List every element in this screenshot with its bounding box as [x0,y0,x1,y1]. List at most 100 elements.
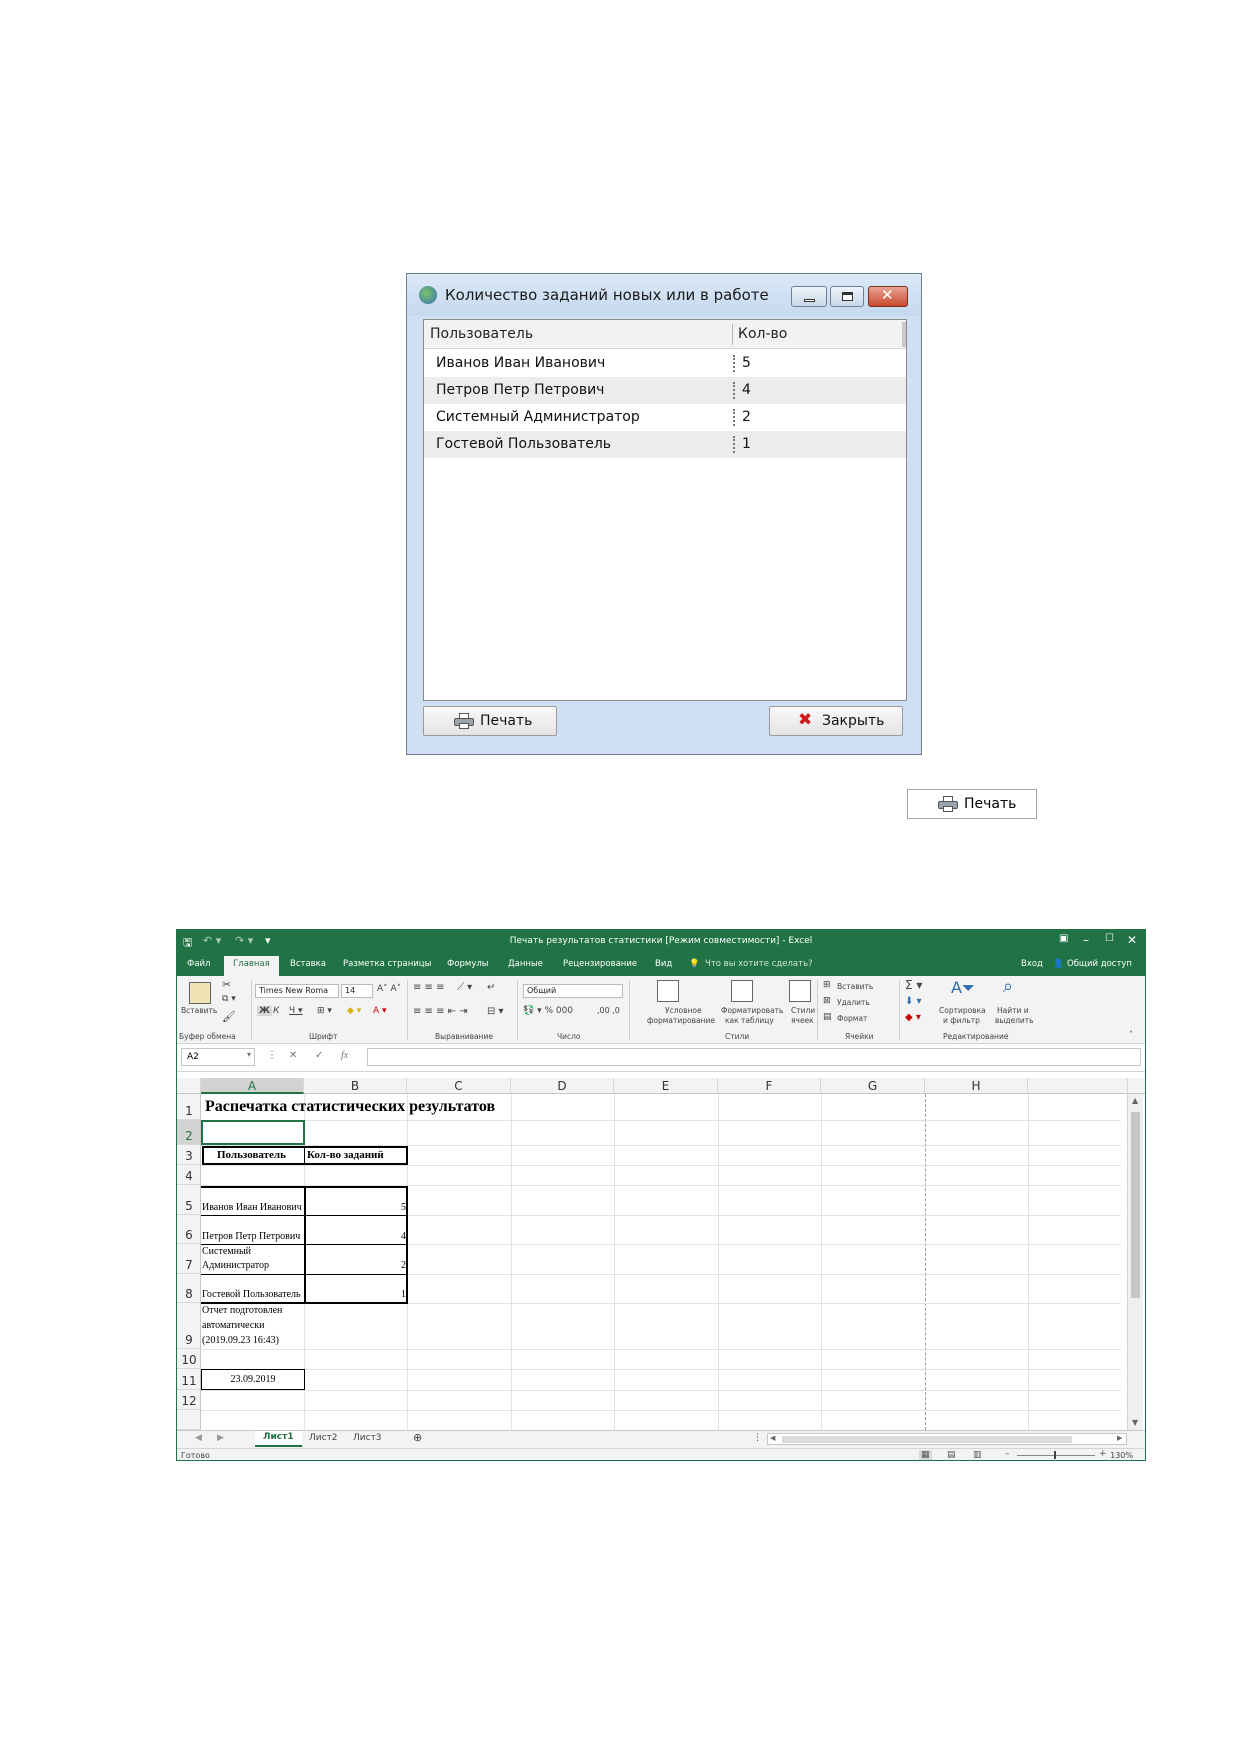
scroll-left-icon[interactable]: ◀ [770,1434,775,1442]
wrap-text-icon[interactable]: ↵ [487,982,495,993]
clear-icon[interactable]: ◆ ▾ [905,1012,921,1023]
data-cell[interactable]: 1 [401,1289,406,1300]
page-layout-view-icon[interactable]: ▤ [947,1450,956,1460]
format-label[interactable]: Формат [837,1014,867,1023]
grid-row[interactable]: Петров Петр Петрович 4 [424,377,906,404]
tab-data[interactable]: Данные [508,959,543,969]
ribbon-display-icon[interactable]: ▣ [1059,933,1068,944]
find-label-2[interactable]: выделить [995,1016,1034,1025]
autosum-icon[interactable]: Σ ▾ [905,978,922,992]
vertical-scrollbar[interactable]: ▲ ▼ [1127,1094,1143,1430]
merge-icon[interactable]: ⊟ ▾ [487,1006,504,1017]
signin-link[interactable]: Вход [1021,959,1043,969]
row-header[interactable]: 12 [177,1390,201,1410]
row-header[interactable]: 4 [177,1165,201,1185]
tab-view[interactable]: Вид [655,959,672,969]
italic-icon[interactable]: К [273,1006,279,1016]
note-cell[interactable]: автоматически [202,1320,265,1331]
add-sheet-icon[interactable]: ⊕ [413,1431,422,1444]
namebox-dropdown-icon[interactable]: ▾ [247,1050,251,1059]
maximize-icon[interactable]: ☐ [1105,933,1114,944]
align-left-icon[interactable]: ≡ ≡ ≡ ⇤ ⇥ [413,1006,468,1017]
underline-icon[interactable]: Ч ▾ [289,1006,303,1016]
sheet-tab-3[interactable]: Лист3 [353,1433,382,1443]
sort-label-2[interactable]: и фильтр [943,1016,980,1025]
data-cell[interactable]: Системный [202,1246,251,1257]
data-cell[interactable]: 2 [401,1260,406,1271]
fill-icon[interactable]: ⬇ ▾ [905,996,922,1007]
cut-icon[interactable]: ✂ [222,978,231,991]
prev-sheet-icon[interactable]: ◀ [195,1433,202,1443]
row-header[interactable]: 6 [177,1215,201,1244]
delete-cells-icon[interactable]: ⊠ [823,996,831,1006]
data-cell[interactable]: 4 [401,1231,406,1242]
row-header[interactable]: 5 [177,1185,201,1215]
font-color-icon[interactable]: A ▾ [373,1006,387,1016]
note-cell[interactable]: (2019.09.23 16:43) [202,1335,279,1346]
close-icon[interactable]: ✕ [1127,933,1137,947]
row-header[interactable]: 10 [177,1349,201,1369]
tab-insert[interactable]: Вставка [290,959,326,969]
row-header[interactable]: 9 [177,1303,201,1349]
column-header[interactable]: H [925,1078,1028,1094]
horizontal-scrollbar[interactable]: ◀ ▶ [767,1433,1127,1445]
hscroll-thumb[interactable] [782,1436,1072,1443]
cell-styles-label-1[interactable]: Стили [791,1006,815,1015]
window-close-button[interactable]: ✕ [868,286,908,307]
number-format-box[interactable]: Общий [523,984,623,998]
tab-file[interactable]: Файл [187,959,210,969]
delete-label[interactable]: Удалить [837,998,870,1007]
split-handle-icon[interactable]: ⋮ [753,1433,762,1443]
grid-row[interactable]: Иванов Иван Иванович 5 [424,350,906,377]
scroll-down-icon[interactable]: ▼ [1132,1418,1138,1427]
header-user-cell[interactable]: Пользователь [217,1149,286,1161]
cell-styles-icon[interactable] [789,980,811,1002]
drag-handle-icon[interactable]: ⋮ [267,1050,277,1061]
format-painter-icon[interactable]: 🖌 [222,1010,236,1023]
print-button[interactable]: Печать [423,706,557,736]
paste-label[interactable]: Вставить [181,1006,217,1015]
scroll-right-icon[interactable]: ▶ [1117,1434,1122,1442]
column-header[interactable]: E [614,1078,718,1094]
cond-format-label-1[interactable]: Условное [665,1006,702,1015]
currency-icon[interactable]: 💱 ▾ % 000 [523,1006,573,1016]
cancel-icon[interactable]: ✕ [289,1050,297,1061]
column-header[interactable]: G [821,1078,925,1094]
format-table-icon[interactable] [731,980,753,1002]
font-name-box[interactable]: Times New Roma [255,984,339,998]
bold-icon[interactable]: Ж [257,1006,273,1016]
conditional-format-icon[interactable] [657,980,679,1002]
tab-review[interactable]: Рецензирование [563,959,637,969]
format-table-label-1[interactable]: Форматировать [721,1006,783,1015]
column-header[interactable]: F [718,1078,821,1094]
zoom-out-icon[interactable]: – [1005,1449,1010,1459]
share-button[interactable]: Общий доступ [1067,959,1132,969]
column-header-count[interactable]: Кол-во [738,326,787,342]
zoom-level[interactable]: 130% [1110,1451,1133,1460]
column-header[interactable]: C [407,1078,511,1094]
dialog-titlebar[interactable]: Количество заданий новых или в работе ✕ [407,274,921,316]
sheet-tab-1[interactable]: Лист1 [255,1431,302,1447]
column-header[interactable]: D [511,1078,614,1094]
data-cell[interactable]: Администратор [202,1260,269,1271]
copy-icon[interactable]: ⧉ ▾ [222,994,236,1004]
paste-icon[interactable] [189,982,211,1004]
column-divider[interactable] [732,324,733,345]
data-cell[interactable]: Иванов Иван Иванович [202,1202,302,1213]
grow-font-icon[interactable]: A˄ A˅ [377,984,401,994]
row-header[interactable]: 1 [177,1094,201,1120]
align-top-icon[interactable]: ≡ ≡ ≡ [413,982,445,993]
sort-filter-icon[interactable]: A⏷ [951,978,975,998]
formula-input[interactable] [367,1048,1141,1066]
maximize-button[interactable] [830,286,864,307]
share-icon[interactable]: 👤 [1053,959,1064,969]
column-header[interactable]: B [304,1078,407,1094]
decimal-icon[interactable]: ,00 ,0 [597,1006,620,1015]
data-cell[interactable]: Гостевой Пользователь [202,1289,301,1300]
insert-label[interactable]: Вставить [837,982,873,991]
select-all-corner[interactable] [177,1078,201,1094]
enter-icon[interactable]: ✓ [315,1050,323,1061]
close-button[interactable]: ✖ Закрыть [769,706,903,736]
sort-label-1[interactable]: Сортировка [939,1006,986,1015]
sheet-tab-2[interactable]: Лист2 [309,1433,338,1443]
